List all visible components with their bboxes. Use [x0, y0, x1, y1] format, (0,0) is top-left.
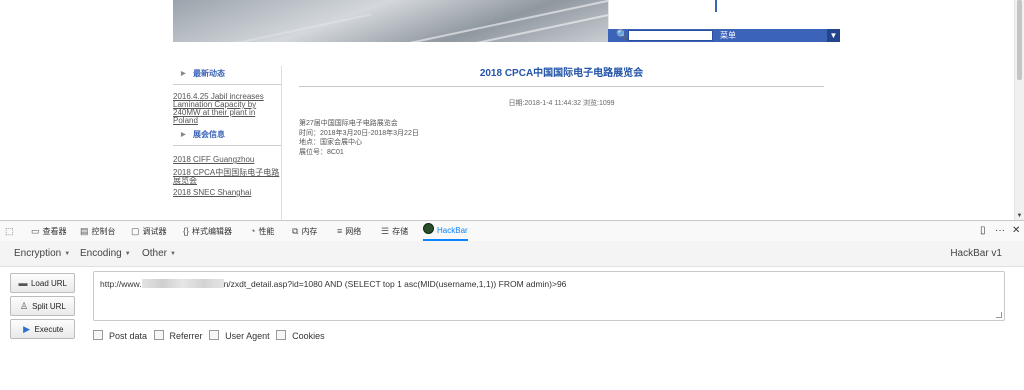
web-viewport: 🔍 菜单 ▼ ▶ 最新动态 2016.4.25 Jabil increases … [0, 0, 1024, 220]
article-line: 地点：国家会展中心 [299, 139, 362, 146]
memory-icon: ⧉ [292, 226, 299, 236]
menu-encoding[interactable]: Encoding ▼ [80, 241, 131, 266]
chevron-down-icon[interactable]: ▼ [827, 29, 840, 42]
search-bar: 🔍 菜单 ▼ [608, 29, 840, 42]
caret-down-icon: ▼ [64, 251, 71, 257]
menu-other[interactable]: Other ▼ [142, 241, 176, 266]
article-meta: 日期:2018-1-4 11:44:32 浏览:1099 [508, 100, 615, 107]
close-icon[interactable]: ✕ [1012, 221, 1020, 241]
tab-hackbar[interactable]: HackBar [423, 221, 468, 241]
storage-icon: ☰ [381, 226, 390, 236]
network-icon: ≡ [337, 226, 343, 236]
checkbox[interactable] [276, 330, 287, 340]
article-line: 展位号：8C01 [299, 148, 344, 156]
scroll-down-icon[interactable]: ▼ [1015, 213, 1024, 219]
devtools-tabbar: ⬚ ▭ 查看器 ▤ 控制台 ▢ 调试器 {} 样式编辑器 ◔ 性能 ⧉ 内存 ≡ 网络 ☰ 存储… [0, 220, 1024, 242]
tab-inspector[interactable]: ▭ 查看器 [31, 221, 67, 241]
tab-memory[interactable]: ⧉ 内存 [292, 221, 317, 241]
search-input[interactable] [628, 30, 713, 41]
web-page: 🔍 菜单 ▼ ▶ 最新动态 2016.4.25 Jabil increases … [173, 0, 841, 220]
option-referrer[interactable]: Referrer [153, 330, 203, 341]
tab-style-editor[interactable]: {} 样式编辑器 [183, 221, 232, 241]
sidebar-section-title: 展会信息 [193, 130, 225, 139]
debugger-icon: ▢ [131, 226, 140, 236]
checkbox[interactable] [209, 330, 220, 340]
hackbar-options: Post data Referrer User Agent Cookies [93, 330, 329, 342]
resize-grip[interactable] [996, 312, 1002, 318]
article-body: 第27届中国国际电子电路展览会 时间：2018年3月20日-2018年3月22日… [299, 119, 824, 157]
banner-right-panel [608, 0, 841, 30]
sidebar-link-exhibition[interactable]: 2018 SNEC Shanghai [173, 189, 281, 197]
tab-storage[interactable]: ☰ 存储 [381, 221, 408, 241]
article-line: 第27届中国国际电子电路展览会 [299, 120, 398, 127]
tab-debugger[interactable]: ▢ 调试器 [131, 221, 167, 241]
article-line: 时间：2018年3月20日-2018年3月22日 [299, 129, 419, 137]
tab-network[interactable]: ≡ 网络 [337, 221, 361, 241]
hackbar-menubar: Encryption ▼ Encoding ▼ Other ▼ HackBar v1 [0, 241, 1024, 267]
url-suffix: n/zxdt_detail.asp?id=1080 AND (SELECT to… [223, 279, 567, 289]
redacted-domain [141, 279, 224, 288]
execute-button[interactable]: ▶ Execute [10, 319, 75, 339]
caret-down-icon: ▼ [124, 251, 131, 257]
checkbox[interactable] [153, 330, 164, 340]
menu-encryption[interactable]: Encryption ▼ [14, 241, 70, 266]
article-title: 2018 CPCA中国国际电子电路展览会 [479, 68, 644, 79]
hackbar-version: HackBar v1 [950, 248, 1002, 259]
more-icon[interactable]: ··· [995, 221, 1005, 241]
hackbar-icon [423, 223, 434, 234]
performance-icon: ◔ [250, 226, 256, 236]
sidebar-link-exhibition[interactable]: 2018 CIFF Guangzhou [173, 156, 281, 164]
dock-icon[interactable]: ▯ [980, 221, 986, 241]
style-editor-icon: {} [183, 226, 190, 236]
search-icon[interactable]: 🔍 [616, 29, 628, 42]
tab-performance[interactable]: ◔ 性能 [250, 221, 274, 241]
sidebar-link-news[interactable]: 2016.4.25 Jabil increases Lamination Cap… [173, 93, 281, 125]
split-url-button[interactable]: ♙ Split URL [10, 296, 75, 316]
element-picker-icon[interactable]: ⬚ [5, 221, 17, 241]
console-icon: ▤ [80, 226, 89, 236]
banner-image [173, 0, 608, 42]
url-textarea[interactable]: http://www. n/zxdt_detail.asp?id=1080 AND… [93, 271, 1005, 321]
option-user-agent[interactable]: User Agent [209, 330, 270, 341]
inspector-icon: ▭ [31, 226, 40, 236]
url-prefix: http://www. [100, 279, 142, 289]
menu-label[interactable]: 菜单 [720, 29, 736, 42]
arrow-right-icon: ▶ [181, 132, 186, 138]
caret-down-icon: ▼ [170, 251, 176, 257]
tab-console[interactable]: ▤ 控制台 [80, 221, 116, 241]
sidebar-link-exhibition[interactable]: 2018 CPCA中国国际电子电路展览会 [173, 169, 281, 185]
sidebar-section-title: 最新动态 [193, 69, 225, 78]
load-url-button[interactable]: ▬ Load URL [10, 273, 75, 293]
scrollbar-thumb[interactable] [1017, 0, 1022, 80]
vertical-scrollbar[interactable]: ▼ [1014, 0, 1024, 220]
option-cookies[interactable]: Cookies [276, 330, 325, 341]
option-post-data[interactable]: Post data [93, 330, 147, 341]
checkbox[interactable] [93, 330, 103, 340]
arrow-right-icon: ▶ [181, 71, 186, 77]
article: 2018 CPCA中国国际电子电路展览会 日期:2018-1-4 11:44:3… [299, 66, 824, 157]
sidebar-section-exhibitions: ▶ 展会信息 [173, 127, 281, 143]
split-icon: ♙ [20, 301, 29, 311]
sidebar: ▶ 最新动态 2016.4.25 Jabil increases Laminat… [173, 66, 282, 220]
sidebar-section-news: ▶ 最新动态 [173, 66, 281, 82]
load-icon: ▬ [18, 278, 28, 288]
play-icon: ▶ [23, 324, 30, 334]
